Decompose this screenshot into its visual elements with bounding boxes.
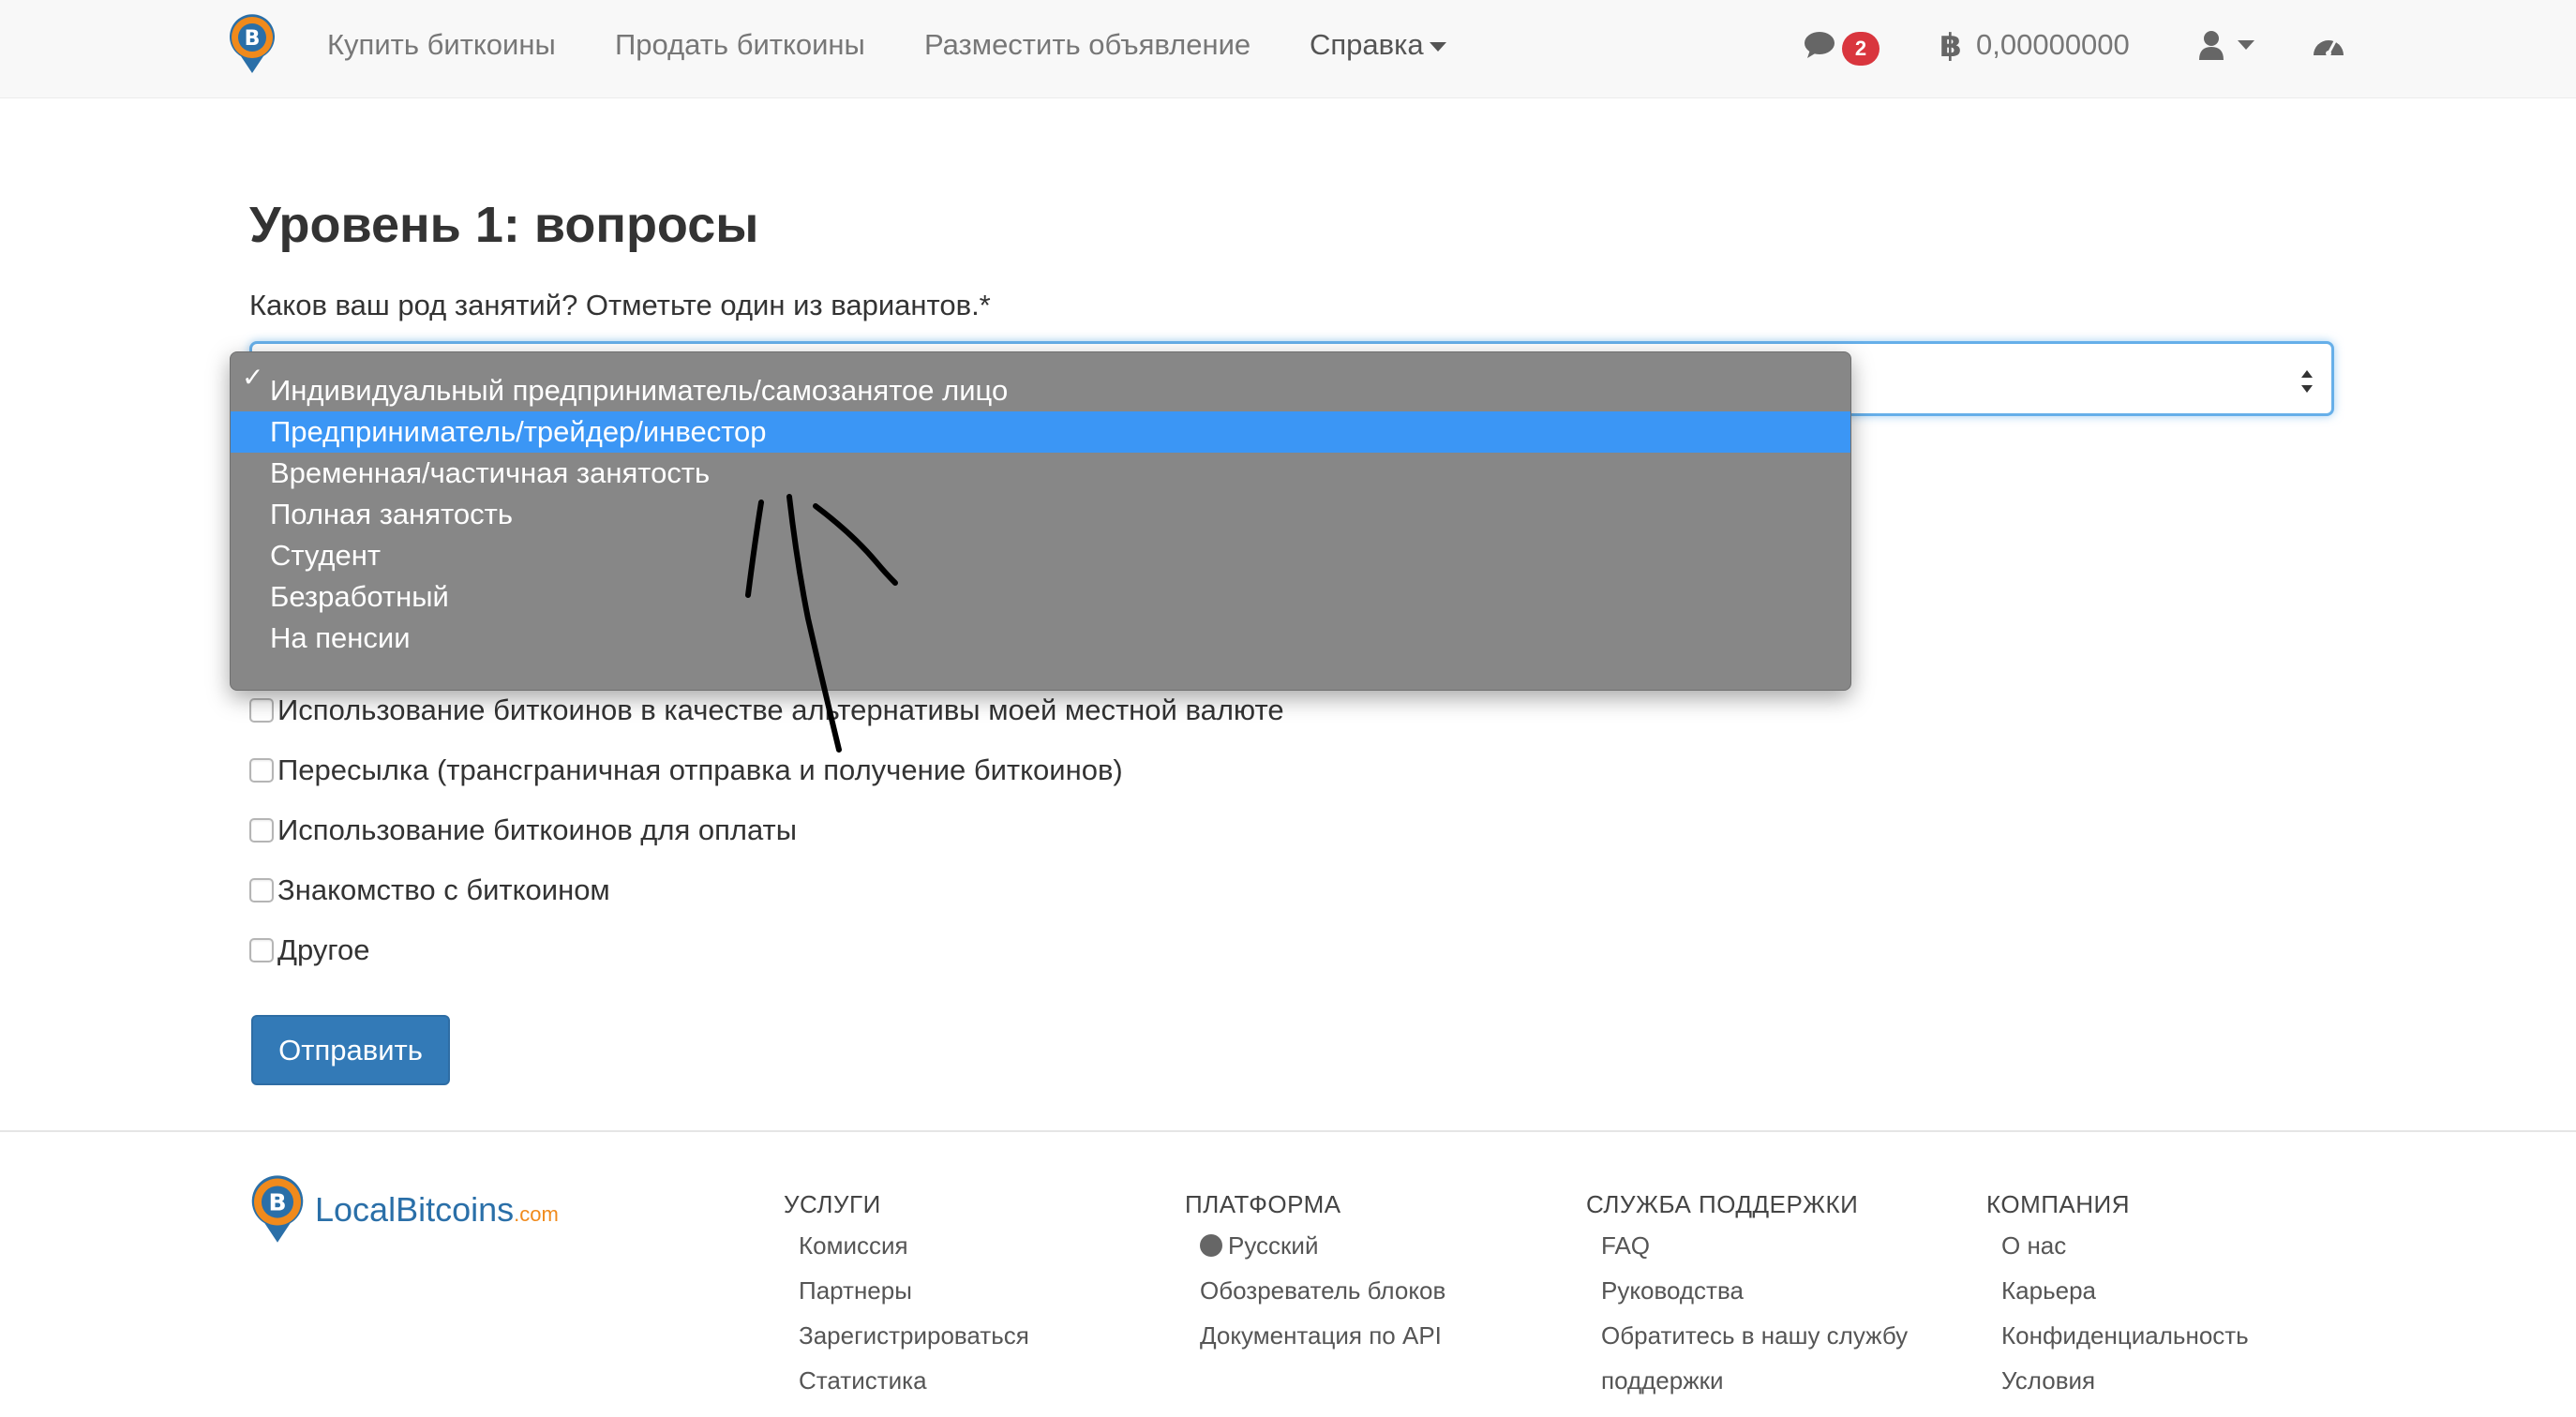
purpose-option[interactable]: Использование биткоинов в качестве альте… (249, 692, 1284, 729)
footer-link-about[interactable]: О нас (1986, 1223, 2249, 1268)
purpose-option[interactable]: Другое (249, 932, 370, 969)
dashboard-button[interactable] (2312, 22, 2345, 67)
chevron-down-icon (2238, 40, 2254, 50)
submit-button[interactable]: Отправить (251, 1015, 450, 1085)
footer-heading: КОМПАНИЯ (1986, 1190, 2131, 1218)
dropdown-option[interactable]: На пенсии (231, 618, 1850, 659)
dropdown-option[interactable]: Временная/частичная занятость (231, 453, 1850, 494)
bitcoin-icon: ฿ (1939, 28, 1962, 62)
svg-text:B: B (268, 1189, 286, 1216)
dropdown-option[interactable]: Индивидуальный предприниматель/самозанят… (231, 370, 1850, 411)
dropdown-option[interactable]: Студент (231, 535, 1850, 576)
dropdown-option-highlighted[interactable]: Предприниматель/трейдер/инвестор (231, 411, 1850, 453)
footer-link-partners[interactable]: Партнеры (784, 1268, 1029, 1313)
footer-divider (0, 1130, 2576, 1132)
purpose-label: Использование биткоинов для оплаты (277, 813, 798, 846)
localbitcoins-logo-icon[interactable]: B (228, 13, 277, 75)
footer-link-block-explorer[interactable]: Обозреватель блоков (1185, 1268, 1445, 1313)
purpose-label: Другое (277, 933, 370, 966)
unread-messages-badge: 2 (1842, 32, 1880, 66)
wallet-balance: 0,00000000 (1976, 28, 2130, 61)
wallet-balance-link[interactable]: ฿ 0,00000000 (1939, 22, 2130, 67)
dropdown-option[interactable]: Безработный (231, 576, 1850, 618)
dropdown-option[interactable]: Полная занятость (231, 494, 1850, 535)
footer-heading: УСЛУГИ (784, 1190, 881, 1218)
footer-link-api-docs[interactable]: Документация по API (1185, 1313, 1445, 1358)
language-label: Русский (1228, 1231, 1319, 1260)
nav-post-ad[interactable]: Разместить объявление (924, 26, 1251, 64)
dashboard-gauge-icon (2314, 40, 2344, 56)
footer-column-support: СЛУЖБА ПОДДЕРЖКИ FAQ Руководства Обратит… (1586, 1186, 1908, 1403)
footer-link-faq[interactable]: FAQ (1586, 1223, 1908, 1268)
footer-link-guides[interactable]: Руководства (1586, 1268, 1908, 1313)
nav-buy-bitcoins[interactable]: Купить биткоины (327, 26, 556, 64)
footer-link-contact-support[interactable]: Обратитесь в нашу службу (1586, 1313, 1908, 1358)
footer-link-language[interactable]: Русский (1185, 1223, 1445, 1268)
checkbox[interactable] (249, 818, 274, 843)
nav-help-label: Справка (1310, 28, 1424, 61)
nav-help-dropdown[interactable]: Справка (1310, 26, 1446, 64)
footer-link-contact-support-cont[interactable]: поддержки (1586, 1358, 1908, 1403)
select-arrows-icon (2301, 370, 2313, 393)
localbitcoins-logo-icon: B (251, 1175, 304, 1243)
messages-button[interactable]: 2 (1803, 22, 1880, 67)
svg-text:B: B (245, 27, 261, 51)
footer-link-privacy[interactable]: Конфиденциальность (1986, 1313, 2249, 1358)
user-icon (2199, 31, 2224, 60)
footer-column-services: УСЛУГИ Комиссия Партнеры Зарегистрироват… (784, 1186, 1029, 1403)
checkbox[interactable] (249, 938, 274, 962)
footer-link-fees[interactable]: Комиссия (784, 1223, 1029, 1268)
purpose-label: Знакомство с биткоином (277, 873, 610, 906)
purpose-option[interactable]: Пересылка (трансграничная отправка и пол… (249, 752, 1123, 789)
footer-link-register[interactable]: Зарегистрироваться (784, 1313, 1029, 1358)
svg-text:฿: ฿ (1939, 28, 1962, 62)
user-menu-dropdown[interactable] (2198, 22, 2254, 67)
purpose-label: Пересылка (трансграничная отправка и пол… (277, 753, 1123, 786)
top-navbar: B Купить биткоины Продать биткоины Разме… (0, 0, 2576, 98)
footer-heading: СЛУЖБА ПОДДЕРЖКИ (1586, 1190, 1859, 1218)
chevron-down-icon (1429, 41, 1446, 52)
checkbox[interactable] (249, 698, 274, 723)
occupation-question: Каков ваш род занятий? Отметьте один из … (249, 289, 991, 321)
footer-heading: ПЛАТФОРМА (1185, 1190, 1341, 1218)
footer-link-statistics[interactable]: Статистика (784, 1358, 1029, 1403)
globe-icon (1200, 1234, 1222, 1257)
checkbox[interactable] (249, 878, 274, 902)
checkbox[interactable] (249, 758, 274, 783)
footer-logo-text: LocalBitcoins.com (315, 1189, 559, 1229)
footer-column-platform: ПЛАТФОРМА Русский Обозреватель блоков До… (1185, 1186, 1445, 1358)
footer-link-careers[interactable]: Карьера (1986, 1268, 2249, 1313)
footer-logo[interactable]: B LocalBitcoins.com (249, 1174, 606, 1245)
chat-bubble-icon (1805, 32, 1835, 58)
page-title: Уровень 1: вопросы (249, 197, 759, 253)
occupation-dropdown-list: ✓ Индивидуальный предприниматель/самозан… (230, 351, 1851, 691)
purpose-option[interactable]: Знакомство с биткоином (249, 872, 610, 909)
footer-link-terms[interactable]: Условия (1986, 1358, 2249, 1403)
nav-sell-bitcoins[interactable]: Продать биткоины (615, 26, 865, 64)
footer-column-company: КОМПАНИЯ О нас Карьера Конфиденциальност… (1986, 1186, 2249, 1403)
purpose-option[interactable]: Использование биткоинов для оплаты (249, 812, 797, 849)
purpose-label: Использование биткоинов в качестве альте… (277, 694, 1284, 726)
